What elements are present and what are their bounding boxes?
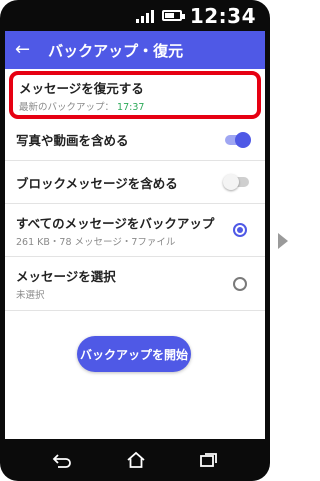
signal-icon (135, 9, 154, 23)
backup-all-label: すべてのメッセージをバックアップ (16, 215, 215, 231)
restore-label: メッセージを復元する (19, 80, 144, 96)
back-icon[interactable] (52, 452, 72, 468)
select-messages-radio[interactable] (233, 276, 247, 291)
last-backup-info: 最新のバックアップ： 17:37 (19, 99, 257, 113)
arrow-left-icon[interactable]: ← (15, 41, 30, 59)
select-messages-label: メッセージを選択 (16, 269, 116, 284)
next-arrow-icon (278, 233, 288, 249)
last-backup-time: 17:37 (117, 101, 145, 113)
include-blocked-item[interactable]: ブロックメッセージを含める (5, 161, 265, 204)
home-icon[interactable] (126, 451, 146, 469)
page-title: バックアップ・復元 (48, 41, 184, 60)
backup-all-radio[interactable] (233, 223, 247, 237)
include-blocked-toggle[interactable] (223, 174, 249, 190)
recents-icon[interactable] (200, 452, 218, 468)
battery-icon (161, 10, 185, 21)
backup-all-details: 261 KB・78 メッセージ・7ファイル (16, 236, 176, 248)
app-bar: ← バックアップ・復元 (5, 31, 265, 69)
status-bar: 12:34 (0, 0, 270, 31)
select-messages-item[interactable]: メッセージを選択 未選択 (5, 257, 265, 311)
start-backup-button[interactable]: バックアップを開始 (77, 336, 191, 372)
navigation-bar (0, 439, 270, 481)
backup-restore-screen: ← バックアップ・復元 メッセージを復元する 最新のバックアップ： 17:37 … (5, 31, 265, 439)
last-backup-prefix: 最新のバックアップ： (19, 101, 115, 113)
phone-frame: 12:34 ← バックアップ・復元 メッセージを復元する 最新のバックアップ： … (0, 0, 270, 481)
clock: 12:34 (189, 3, 256, 28)
select-messages-status: 未選択 (16, 290, 45, 301)
include-photos-toggle[interactable] (225, 131, 251, 148)
include-photos-item[interactable]: 写真や動画を含める (5, 119, 265, 161)
restore-messages-item[interactable]: メッセージを復元する 最新のバックアップ： 17:37 (9, 71, 261, 119)
backup-all-item[interactable]: すべてのメッセージをバックアップ 261 KB・78 メッセージ・7ファイル (5, 204, 265, 257)
